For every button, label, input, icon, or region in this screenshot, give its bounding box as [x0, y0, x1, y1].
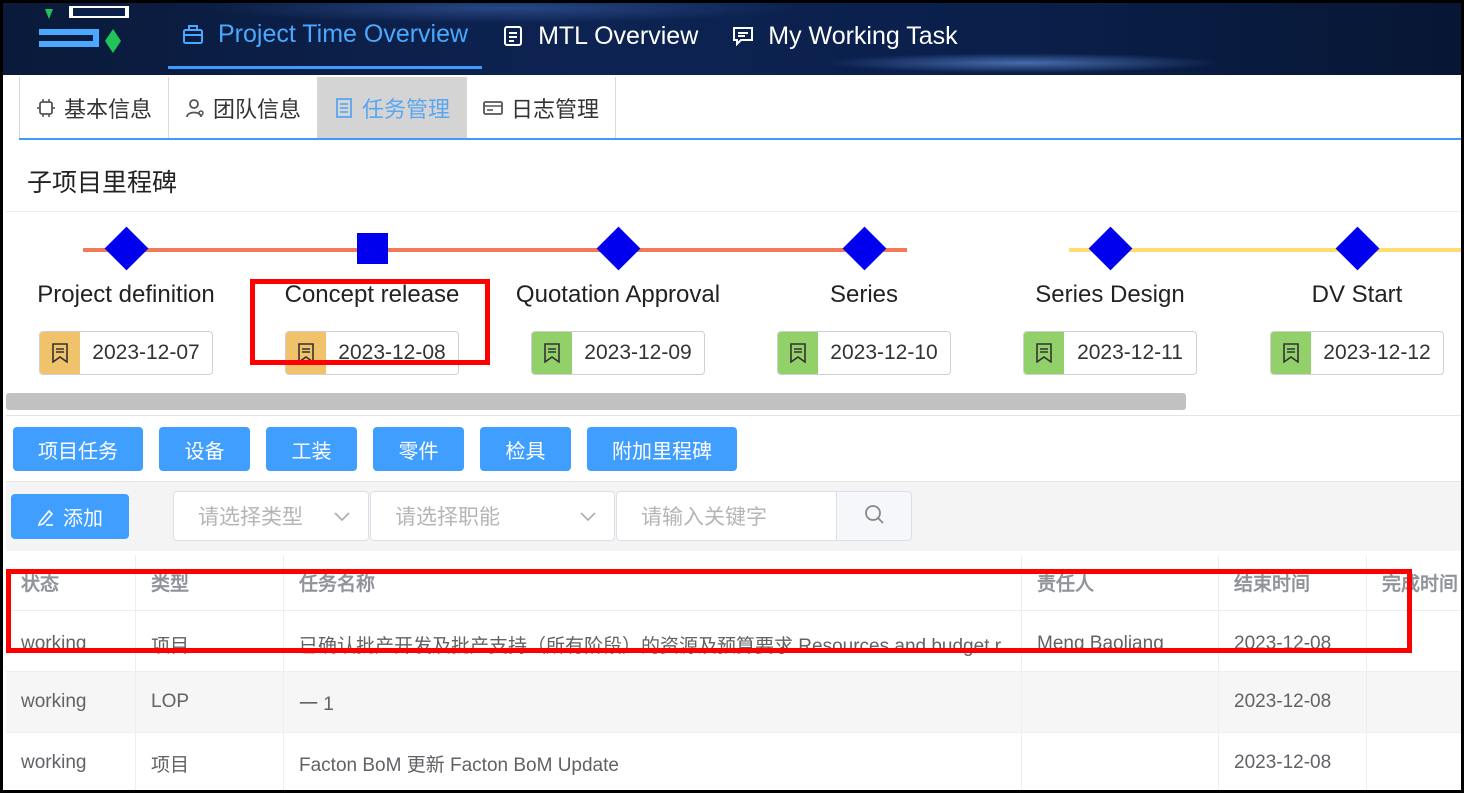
role-select[interactable]: 请选择职能 — [370, 491, 615, 541]
divider — [6, 211, 1461, 212]
tab-label: 任务管理 — [362, 96, 451, 122]
edit-icon — [37, 508, 55, 526]
milestone-name: Quotation Approval — [515, 281, 721, 308]
cell-task-name: Facton BoM 更新 Facton BoM Update — [284, 733, 1022, 790]
type-select[interactable]: 请选择类型 — [173, 491, 369, 541]
tasks-icon — [334, 97, 354, 118]
additional-milestone-button[interactable]: 附加里程碑 — [587, 427, 737, 471]
milestone-date[interactable]: 2023-12-09 — [531, 331, 705, 375]
cell-owner — [1022, 733, 1219, 790]
card-icon — [483, 98, 503, 118]
table-row[interactable]: working 项目 Facton BoM 更新 Facton BoM Upda… — [6, 733, 1461, 790]
chip-icon — [36, 98, 56, 118]
task-name-text: Facton BoM 更新 Facton BoM Update — [299, 754, 619, 776]
chevron-down-icon — [578, 506, 598, 526]
search-button[interactable] — [836, 491, 912, 541]
milestone-diamond-icon — [1087, 225, 1133, 271]
cell-finish-date — [1367, 672, 1461, 732]
type-button-group: 项目任务 设备 工装 零件 检具 附加里程碑 — [13, 427, 753, 471]
main-nav: Project Time Overview MTL Overview My Wo… — [168, 3, 978, 75]
equipment-button[interactable]: 设备 — [159, 427, 250, 471]
milestone-date-text: 2023-12-12 — [1323, 341, 1431, 364]
tab-log-management[interactable]: 日志管理 — [467, 77, 617, 138]
milestone-name: Series Design — [1035, 281, 1185, 308]
nav-label: MTL Overview — [538, 21, 699, 50]
tab-team-info[interactable]: 团队信息 — [169, 77, 319, 138]
milestone-diamond-icon — [595, 225, 641, 271]
milestone-name: Series — [829, 281, 899, 308]
bookmark-icon — [1271, 332, 1311, 374]
app-window: Project Time Overview MTL Overview My Wo… — [0, 0, 1464, 793]
keyword-input[interactable]: 请输入关键字 — [616, 491, 837, 541]
milestone-item[interactable]: Series 2023-12-10 — [744, 225, 984, 375]
search-icon — [863, 503, 885, 530]
highlight-box-milestone — [250, 279, 490, 365]
task-name-text: 一 1 — [299, 693, 334, 715]
cell-type: LOP — [136, 672, 284, 732]
cell-status: working — [6, 672, 136, 732]
chevron-down-icon — [332, 506, 352, 526]
tab-label: 日志管理 — [511, 96, 600, 122]
project-task-button[interactable]: 项目任务 — [13, 427, 143, 471]
milestone-square-icon — [349, 225, 395, 271]
highlight-box-row — [6, 569, 1412, 653]
parts-button[interactable]: 零件 — [373, 427, 464, 471]
cell-end-date: 2023-12-08 — [1219, 733, 1367, 790]
nav-label: My Working Task — [768, 21, 958, 50]
milestone-date-text: 2023-12-07 — [92, 341, 200, 364]
milestone-diamond-icon — [841, 225, 887, 271]
milestone-name: DV Start — [1311, 281, 1403, 308]
milestone-item[interactable]: Series Design 2023-12-11 — [990, 225, 1230, 375]
milestone-date-text: 2023-12-11 — [1077, 341, 1183, 364]
milestone-name: Project definition — [37, 281, 215, 308]
horizontal-scrollbar[interactable] — [6, 393, 1186, 410]
divider — [6, 415, 1461, 416]
milestone-date[interactable]: 2023-12-11 — [1023, 331, 1197, 375]
milestone-date-text: 2023-12-09 — [584, 341, 692, 364]
briefcase-icon — [182, 24, 204, 46]
nav-my-working-task[interactable]: My Working Task — [718, 3, 971, 69]
type-select-placeholder: 请选择类型 — [198, 506, 303, 529]
bookmark-icon — [40, 332, 80, 374]
document-icon — [502, 25, 524, 47]
cell-type: 项目 — [136, 733, 284, 790]
top-header: Project Time Overview MTL Overview My Wo… — [3, 3, 1461, 75]
table-row[interactable]: working LOP 一 1 2023-12-08 — [6, 672, 1461, 733]
milestone-date[interactable]: 2023-12-10 — [777, 331, 951, 375]
tab-task-management[interactable]: 任务管理 — [318, 77, 468, 138]
module-tabs: 基本信息 团队信息 任务管理 日志管理 — [19, 77, 1461, 140]
user-icon — [185, 98, 205, 118]
add-button-label: 添加 — [63, 508, 103, 530]
milestones-title: 子项目里程碑 — [27, 169, 178, 197]
add-button[interactable]: 添加 — [11, 494, 129, 539]
milestone-diamond-icon — [1334, 225, 1380, 271]
tooling-button[interactable]: 工装 — [266, 427, 357, 471]
cell-end-date: 2023-12-08 — [1219, 672, 1367, 732]
logo-icon — [39, 6, 129, 53]
cell-task-name: 一 1 — [284, 672, 1022, 732]
bookmark-icon — [532, 332, 572, 374]
cell-status: working — [6, 733, 136, 790]
milestone-date[interactable]: 2023-12-07 — [39, 331, 213, 375]
tab-label: 基本信息 — [64, 96, 153, 122]
tab-basic-info[interactable]: 基本信息 — [19, 77, 170, 138]
tab-label: 团队信息 — [213, 96, 302, 122]
nav-project-time-overview[interactable]: Project Time Overview — [168, 3, 483, 69]
milestone-date-text: 2023-12-10 — [830, 341, 938, 364]
chat-icon — [732, 25, 754, 47]
nav-label: Project Time Overview — [218, 20, 469, 48]
milestone-date[interactable]: 2023-12-12 — [1270, 331, 1444, 375]
milestone-item[interactable]: Project definition 2023-12-07 — [6, 225, 246, 375]
milestone-item[interactable]: DV Start 2023-12-12 — [1237, 225, 1461, 375]
cell-finish-date — [1367, 733, 1461, 790]
nav-mtl-overview[interactable]: MTL Overview — [488, 3, 712, 69]
milestone-diamond-icon — [103, 225, 149, 271]
role-select-placeholder: 请选择职能 — [395, 506, 500, 529]
bookmark-icon — [778, 332, 818, 374]
keyword-input-placeholder: 请输入关键字 — [641, 506, 767, 529]
milestone-item[interactable]: Quotation Approval 2023-12-09 — [498, 225, 738, 375]
cell-owner — [1022, 672, 1219, 732]
bookmark-icon — [1024, 332, 1064, 374]
gauge-button[interactable]: 检具 — [480, 427, 571, 471]
